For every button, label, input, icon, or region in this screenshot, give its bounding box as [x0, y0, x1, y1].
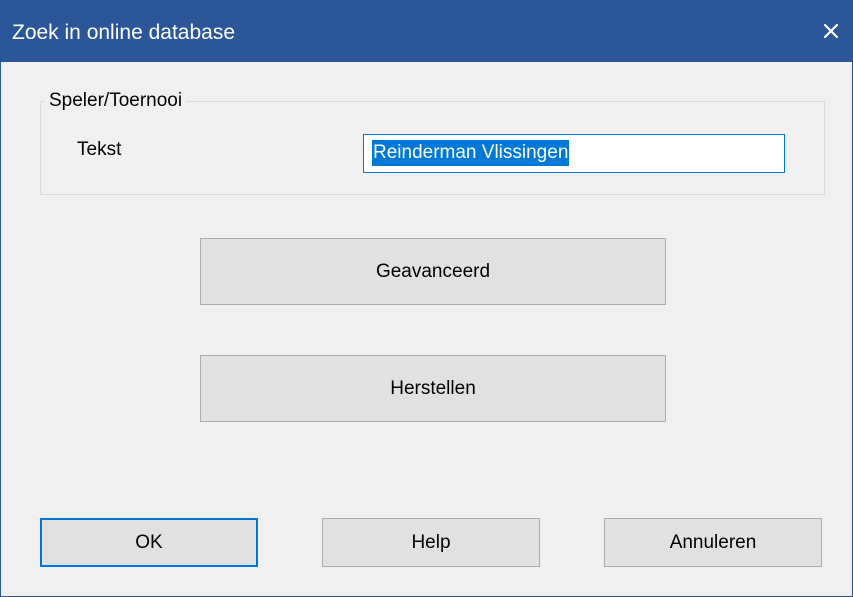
window-title: Zoek in online database: [12, 21, 235, 44]
group-box-label: Speler/Toernooi: [45, 89, 187, 113]
dialog-window: Zoek in online database Speler/Toernooi …: [0, 0, 853, 597]
advanced-button[interactable]: Geavanceerd: [200, 238, 666, 305]
search-text-value: Reinderman Vlissingen: [372, 140, 570, 166]
close-button[interactable]: [808, 0, 853, 62]
search-text-input[interactable]: Reinderman Vlissingen: [363, 134, 785, 173]
title-bar[interactable]: Zoek in online database: [1, 0, 853, 62]
text-field-label: Tekst: [77, 139, 122, 160]
reset-button[interactable]: Herstellen: [200, 355, 666, 422]
cancel-button[interactable]: Annuleren: [604, 518, 822, 567]
help-button[interactable]: Help: [322, 518, 540, 567]
ok-button[interactable]: OK: [40, 518, 258, 567]
close-icon: [824, 24, 838, 38]
